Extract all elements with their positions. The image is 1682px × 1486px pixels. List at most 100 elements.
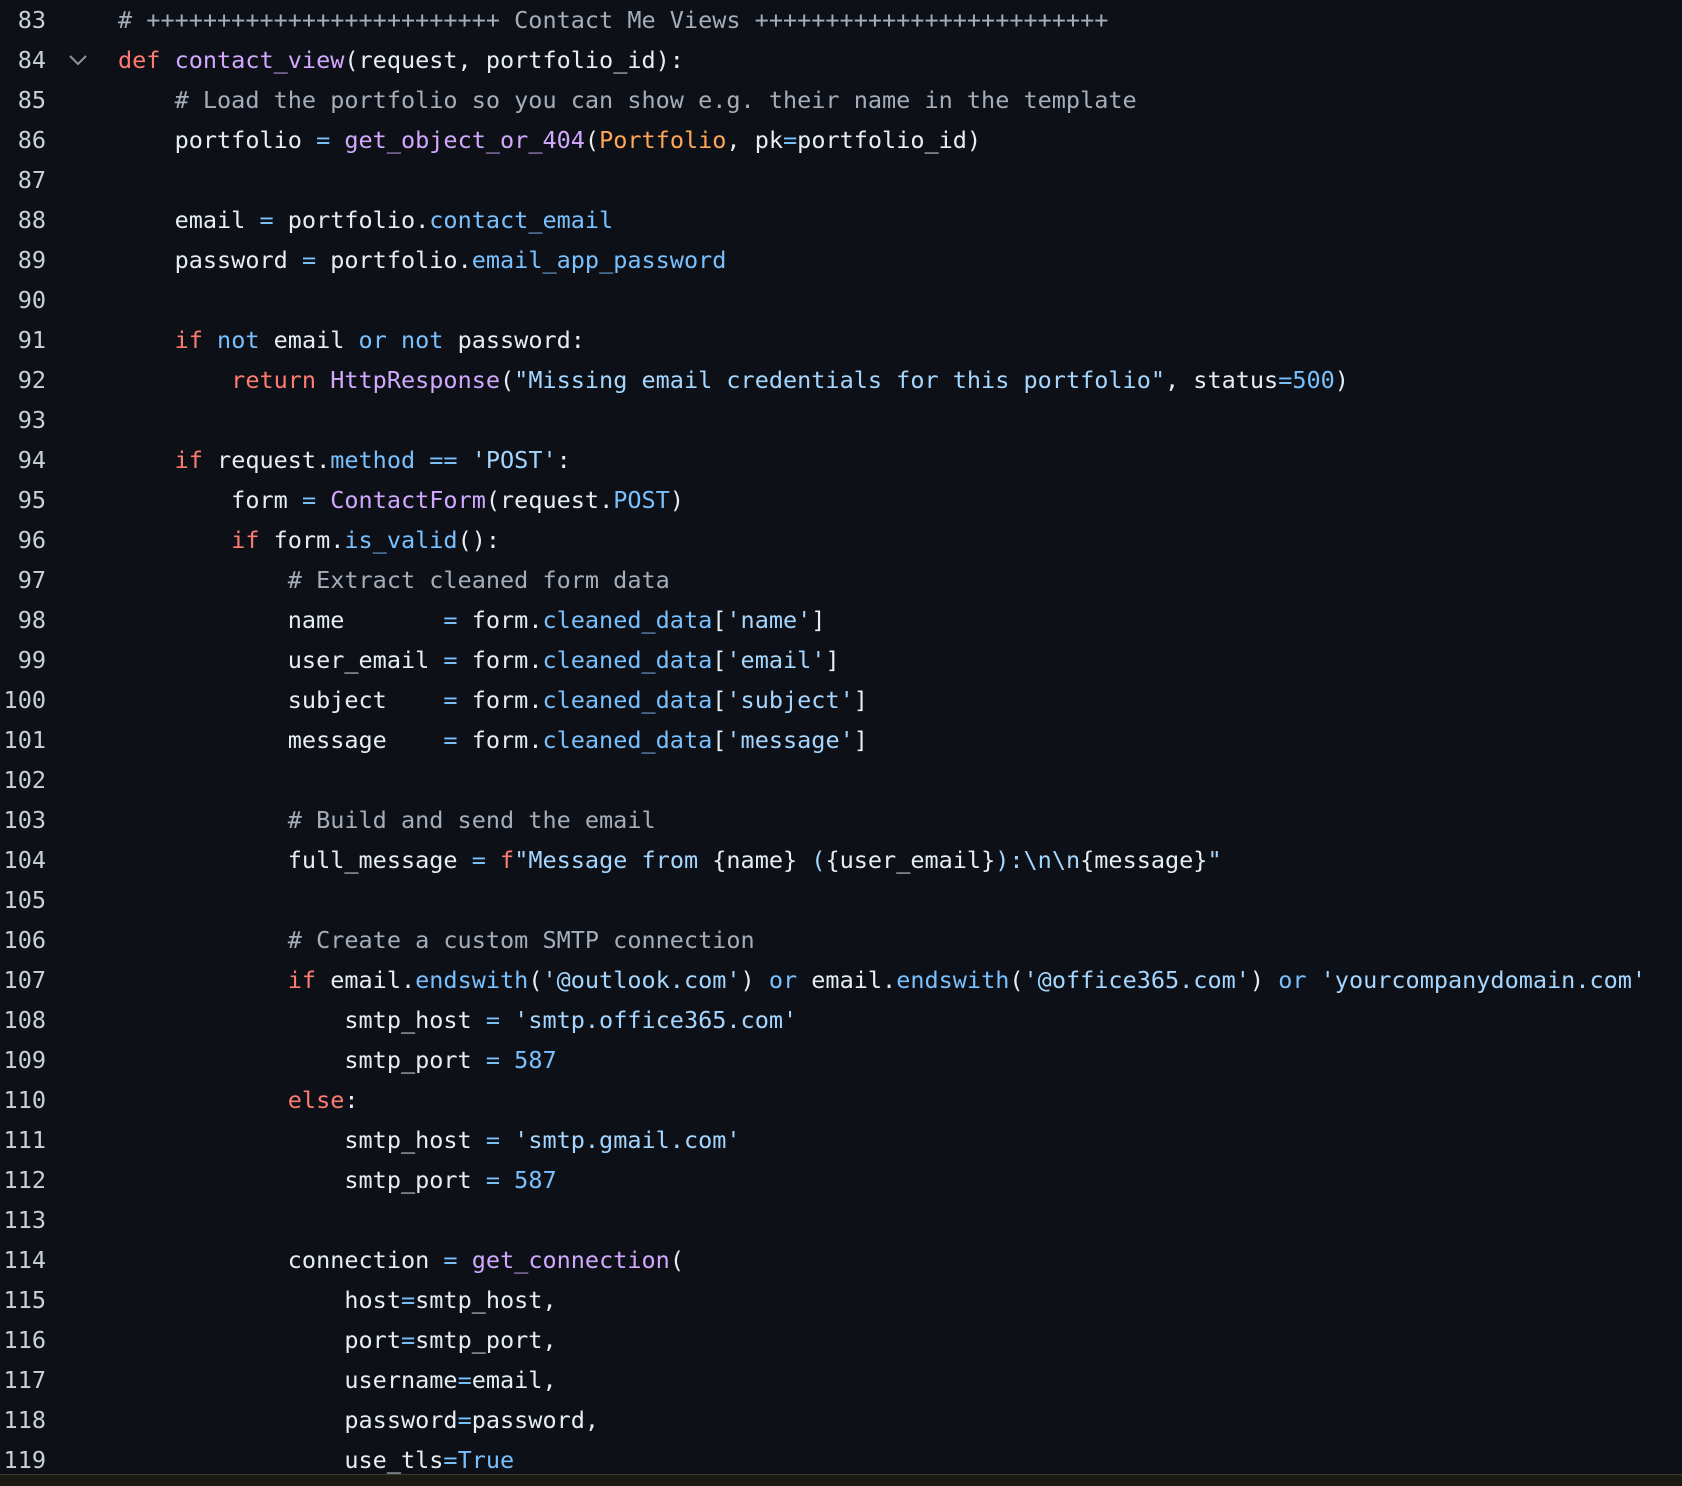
line-number: 107: [3, 966, 46, 994]
line-number: 111: [3, 1126, 46, 1154]
code-token: request.: [217, 446, 331, 474]
code-line[interactable]: 105: [0, 880, 1682, 920]
code-token: ):\n\n: [995, 846, 1081, 874]
code-token: ]: [853, 686, 868, 714]
code-line[interactable]: 100 subject = form.cleaned_data['subject…: [0, 680, 1682, 720]
code-token: ==: [429, 446, 458, 474]
code-token: =: [783, 126, 798, 154]
code-token: =: [443, 726, 458, 754]
code-line[interactable]: 91 if not email or not password:: [0, 320, 1682, 360]
line-content: smtp_port = 587: [118, 1040, 556, 1080]
code-line[interactable]: 118 password=password,: [0, 1400, 1682, 1440]
line-number: 91: [17, 326, 46, 354]
code-token: 'smtp.office365.com': [514, 1006, 798, 1034]
line-number: 108: [3, 1006, 46, 1034]
code-token: endswith: [415, 966, 529, 994]
code-token: # Create a custom SMTP connection: [118, 926, 755, 954]
code-token: (request, portfolio_id):: [344, 46, 684, 74]
line-content: password=password,: [118, 1400, 599, 1440]
code-token: =: [485, 1166, 501, 1194]
code-line[interactable]: 115 host=smtp_host,: [0, 1280, 1682, 1320]
code-line[interactable]: 101 message = form.cleaned_data['message…: [0, 720, 1682, 760]
code-line[interactable]: 104 full_message = f"Message from {name}…: [0, 840, 1682, 880]
code-line[interactable]: 119 use_tls=True: [0, 1440, 1682, 1474]
code-line[interactable]: 98 name = form.cleaned_data['name']: [0, 600, 1682, 640]
code-token: 'subject': [726, 686, 854, 714]
code-line[interactable]: 106 # Create a custom SMTP connection: [0, 920, 1682, 960]
code-token: form.: [457, 606, 543, 634]
code-line[interactable]: 103 # Build and send the email: [0, 800, 1682, 840]
code-token: (: [528, 966, 543, 994]
code-token: =: [485, 1126, 501, 1154]
code-line[interactable]: 94 if request.method == 'POST':: [0, 440, 1682, 480]
code-token: form.: [457, 686, 543, 714]
code-token: password: [118, 1406, 458, 1434]
line-number: 83: [17, 6, 46, 34]
line-number: 94: [17, 446, 46, 474]
code-token: True: [457, 1446, 515, 1474]
code-line[interactable]: 96 if form.is_valid():: [0, 520, 1682, 560]
code-lines[interactable]: 83 # +++++++++++++++++++++++++ Contact Me…: [0, 0, 1682, 1474]
code-token: cleaned_data: [542, 606, 713, 634]
code-line[interactable]: 107 if email.endswith('@outlook.com') or…: [0, 960, 1682, 1000]
code-line[interactable]: 116 port=smtp_port,: [0, 1320, 1682, 1360]
line-number: 117: [3, 1366, 46, 1394]
code-editor[interactable]: 83 # +++++++++++++++++++++++++ Contact Me…: [0, 0, 1682, 1486]
line-content: message = form.cleaned_data['message']: [118, 720, 868, 760]
code-token: smtp_port: [118, 1166, 486, 1194]
code-token: host: [118, 1286, 401, 1314]
code-token: =: [1278, 366, 1293, 394]
code-line[interactable]: 92 return HttpResponse("Missing email cr…: [0, 360, 1682, 400]
code-line[interactable]: 102: [0, 760, 1682, 800]
code-token: full_message: [118, 846, 472, 874]
line-content: portfolio = get_object_or_404(Portfolio,…: [118, 120, 982, 160]
line-content: def contact_view(request, portfolio_id):: [118, 40, 684, 80]
code-line[interactable]: 114 connection = get_connection(: [0, 1240, 1682, 1280]
code-token: portfolio.: [316, 246, 472, 274]
code-line[interactable]: 84 def contact_view(request, portfolio_id…: [0, 40, 1682, 80]
code-line[interactable]: 95 form = ContactForm(request.POST): [0, 480, 1682, 520]
code-line[interactable]: 93: [0, 400, 1682, 440]
code-token: 500: [1292, 366, 1335, 394]
code-token: smtp_port,: [415, 1326, 557, 1354]
code-token: ContactForm: [330, 486, 486, 514]
code-line[interactable]: 109 smtp_port = 587: [0, 1040, 1682, 1080]
code-token: contact_email: [429, 206, 614, 234]
line-number: 114: [3, 1246, 46, 1274]
code-token: is_valid: [344, 526, 458, 554]
code-line[interactable]: 90: [0, 280, 1682, 320]
code-token: contact_view: [174, 46, 345, 74]
code-line[interactable]: 108 smtp_host = 'smtp.office365.com': [0, 1000, 1682, 1040]
code-token: (request.: [485, 486, 614, 514]
line-number: 88: [17, 206, 46, 234]
line-content: password = portfolio.email_app_password: [118, 240, 727, 280]
line-number: 112: [3, 1166, 46, 1194]
line-number: 106: [3, 926, 46, 954]
code-line[interactable]: 89 password = portfolio.email_app_passwo…: [0, 240, 1682, 280]
code-token: POST: [613, 486, 670, 514]
line-number: 116: [3, 1326, 46, 1354]
code-line[interactable]: 112 smtp_port = 587: [0, 1160, 1682, 1200]
code-line[interactable]: 111 smtp_host = 'smtp.gmail.com': [0, 1120, 1682, 1160]
code-line[interactable]: 88 email = portfolio.contact_email: [0, 200, 1682, 240]
code-line[interactable]: 113: [0, 1200, 1682, 1240]
code-line[interactable]: 110 else:: [0, 1080, 1682, 1120]
code-line[interactable]: 117 username=email,: [0, 1360, 1682, 1400]
code-line[interactable]: 99 user_email = form.cleaned_data['email…: [0, 640, 1682, 680]
code-line[interactable]: 86 portfolio = get_object_or_404(Portfol…: [0, 120, 1682, 160]
line-number: 99: [17, 646, 46, 674]
code-line[interactable]: 85 # Load the portfolio so you can show …: [0, 80, 1682, 120]
code-token: form.: [273, 526, 345, 554]
code-token: ): [1249, 966, 1279, 994]
code-token: =: [400, 1286, 416, 1314]
code-line[interactable]: 97 # Extract cleaned form data: [0, 560, 1682, 600]
code-token: email: [118, 206, 260, 234]
line-number: 92: [17, 366, 46, 394]
code-line[interactable]: 83 # +++++++++++++++++++++++++ Contact Me…: [0, 0, 1682, 40]
line-number: 100: [3, 686, 46, 714]
chevron-down-icon[interactable]: [66, 40, 90, 80]
code-line[interactable]: 87: [0, 160, 1682, 200]
